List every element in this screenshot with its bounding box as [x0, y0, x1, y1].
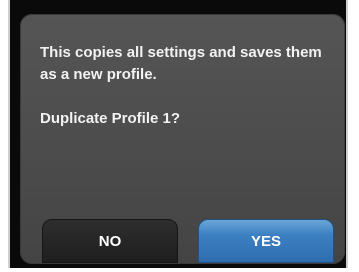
dialog-content: This copies all settings and saves them …: [40, 42, 330, 130]
no-button[interactable]: NO: [42, 219, 178, 263]
dialog-question: Duplicate Profile 1?: [40, 110, 181, 127]
yes-button[interactable]: YES: [198, 219, 334, 263]
device-screen: This copies all settings and saves them …: [8, 0, 348, 268]
dialog-message: This copies all settings and saves them …: [40, 44, 322, 83]
duplicate-profile-dialog: This copies all settings and saves them …: [20, 14, 345, 264]
